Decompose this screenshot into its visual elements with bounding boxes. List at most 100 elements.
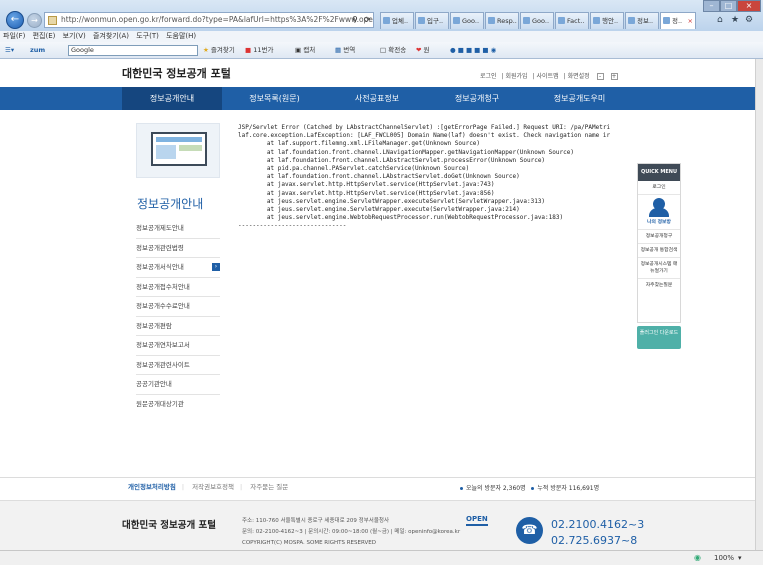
lnb-item[interactable]: 정보공개관련사이트 — [136, 356, 220, 375]
lnb-item-label: 정보공개관련법령 — [136, 243, 184, 252]
minimize-button[interactable]: – — [703, 0, 720, 12]
site-favicon-icon — [48, 16, 57, 25]
tab-active[interactable]: 정.. × — [660, 12, 696, 29]
extension-icons[interactable]: ● ■ ■ ■ ■ ◉ — [450, 42, 496, 59]
11st-button[interactable]: ■ 11번가 — [245, 42, 273, 59]
tab-close-icon[interactable]: × — [688, 13, 693, 29]
tab[interactable]: Resp.. — [485, 12, 519, 29]
person-icon[interactable] — [638, 195, 680, 219]
tab[interactable]: Goo.. — [520, 12, 554, 29]
gear-icon[interactable]: ⚙ — [745, 15, 753, 25]
privacy-policy-link[interactable]: 개인정보처리방침 — [128, 483, 176, 491]
error-line: at laf.foundation.front.channel.LNavigat… — [238, 148, 574, 156]
tab[interactable]: 정보.. — [625, 12, 659, 29]
zum-logo[interactable]: zum — [30, 42, 45, 59]
zoom-level[interactable]: 100% — [714, 551, 734, 565]
tab[interactable]: Fact.. — [555, 12, 589, 29]
faq-link[interactable]: 자주묻는 질문 — [250, 483, 288, 491]
sitemap-link[interactable]: 사이트맵 — [537, 73, 559, 80]
quick-manual[interactable]: 정보공개시스템 매뉴얼가기 — [638, 258, 680, 279]
lnb-item-label: 정보공개제도안내 — [136, 224, 184, 232]
lnb-item[interactable]: 정보공개접수처안내 — [136, 278, 220, 297]
zoom-icon[interactable]: ◉ — [694, 551, 701, 565]
lnb-item[interactable]: 정보공개서식안내 › — [136, 258, 220, 278]
gnb-info-helper[interactable]: 정보공개도우미 — [527, 87, 632, 110]
quick-faq[interactable]: 자주찾는질문 — [638, 279, 680, 292]
tab[interactable]: 업체.. — [380, 12, 414, 29]
send-icon: □ — [380, 46, 387, 54]
signup-link[interactable]: 회원가입 — [506, 73, 528, 80]
vertical-scrollbar[interactable] — [755, 59, 763, 550]
quick-login[interactable]: 로그인 — [638, 181, 680, 195]
lnb-title: 정보공개안내 — [137, 197, 204, 211]
tab[interactable]: 입구.. — [415, 12, 449, 29]
google-search-input[interactable]: Google — [68, 45, 198, 56]
lnb-item[interactable]: 정보공개편람 — [136, 317, 220, 336]
quick-info-request[interactable]: 정보공개청구 — [638, 230, 680, 244]
error-line: JSP/Servlet Error (Catched by LAbstractC… — [238, 124, 611, 131]
menu-bar: 파일(F) 편집(E) 보기(V) 즐겨찾기(A) 도구(T) 도움말(H) — [0, 31, 763, 42]
lnb-item[interactable]: 정보공개수수료안내 — [136, 297, 220, 317]
one-button[interactable]: ❤ 원 — [416, 42, 430, 59]
zoom-in-icon[interactable]: + — [610, 73, 618, 80]
footer-links: 개인정보처리방침 | 저작권보호정책 | 자주묻는 질문 — [128, 483, 289, 491]
lnb-item[interactable]: 정보공개관련법령 — [136, 239, 220, 258]
forward-button[interactable]: → — [27, 13, 42, 28]
close-window-button[interactable]: × — [737, 0, 761, 12]
gnb-info-request[interactable]: 정보공개청구 — [427, 87, 527, 110]
tab-label: Resp.. — [497, 17, 517, 25]
gnb-prior-disclosure[interactable]: 사전공표정보 — [327, 87, 427, 110]
menu-file[interactable]: 파일(F) — [3, 32, 25, 40]
menu-favorites[interactable]: 즐겨찾기(A) — [93, 32, 129, 40]
capture-button[interactable]: ▣ 캡처 — [295, 42, 315, 59]
screen-setting-link[interactable]: 화면설정 — [568, 73, 590, 80]
zoom-out-icon[interactable]: - — [596, 73, 604, 80]
copyright-policy-link[interactable]: 저작권보호정책 — [192, 483, 234, 491]
error-line: at jeus.servlet.engine.ServletWrapper.ex… — [238, 197, 546, 205]
translate-button[interactable]: ▦ 번역 — [335, 42, 355, 59]
gnb-info-list[interactable]: 정보목록(원문) — [222, 87, 327, 110]
browser-toolbar: ☰▾ zum Google ★ 즐겨찾기 ■ 11번가 ▣ 캡처 ▦ 번역 □ … — [0, 42, 763, 59]
toolbar-menu-icon[interactable]: ☰▾ — [5, 42, 14, 59]
tab[interactable]: 행안.. — [590, 12, 624, 29]
lnb-item[interactable]: 원문공개대상기관 — [136, 395, 220, 415]
plugin-download-button[interactable]: 플러그인 다운로드 — [637, 326, 681, 349]
chevron-right-icon: › — [212, 263, 220, 271]
address-url: http://wonmun.open.go.kr/forward.do?type… — [61, 15, 373, 24]
favorites-star-icon[interactable]: ★ — [731, 15, 739, 25]
error-line: at laf.support.filemng.xml.LFileManager.… — [238, 140, 481, 148]
menu-edit[interactable]: 편집(E) — [33, 32, 56, 40]
quick-menu: QUICK MENU 로그인 나의 정보방 정보공개청구 정보공개 통합검색 정… — [637, 163, 681, 323]
menu-help[interactable]: 도움말(H) — [166, 32, 196, 40]
address-bar[interactable]: http://wonmun.open.go.kr/forward.do?type… — [44, 12, 374, 28]
home-icon[interactable]: ⌂ — [717, 15, 723, 25]
quick-unified-search[interactable]: 정보공개 통합검색 — [638, 244, 680, 258]
search-icon[interactable]: ⚲ — [352, 15, 358, 24]
zoom-send-button[interactable]: □ 확전송 — [380, 42, 406, 59]
today-visitors: 오늘의 방문자 2,360명 — [466, 485, 526, 492]
lnb-item-label: 정보공개편람 — [136, 321, 172, 330]
lnb-item-label: 원문공개대상기관 — [136, 399, 184, 408]
menu-tools[interactable]: 도구(T) — [136, 32, 159, 40]
favorites-button[interactable]: ★ 즐겨찾기 — [203, 42, 235, 59]
browser-titlebar: ← → http://wonmun.open.go.kr/forward.do?… — [0, 0, 763, 31]
menu-view[interactable]: 보기(V) — [63, 32, 86, 40]
capture-label: 캡처 — [303, 46, 316, 54]
lnb-item[interactable]: 공공기관안내 — [136, 375, 220, 395]
tab-label: 입구.. — [427, 17, 444, 25]
maximize-button[interactable]: □ — [720, 0, 737, 12]
chevron-down-icon[interactable]: ▾ — [738, 551, 742, 565]
login-link[interactable]: 로그인 — [480, 73, 497, 80]
lnb-item[interactable]: 정보공개제도안내 — [136, 219, 220, 239]
refresh-icon[interactable]: ⟳ — [364, 15, 371, 24]
gnb-info-guide[interactable]: 정보공개안내 — [122, 87, 222, 110]
tab-favicon-icon — [593, 17, 600, 24]
error-line: at jeus.servlet.engine.ServletWrapper.ex… — [238, 206, 520, 214]
site-logo[interactable]: 대한민국 정보공개 포털 — [122, 65, 231, 81]
tab[interactable]: Goo.. — [450, 12, 484, 29]
quick-my-info[interactable]: 나의 정보방 — [638, 219, 680, 230]
error-line: laf.core.exception.LafException: [LAF_FW… — [238, 132, 611, 140]
lnb-item[interactable]: 정보공개연차보고서 — [136, 336, 220, 356]
back-button[interactable]: ← — [6, 11, 24, 29]
phone-numbers: 02.2100.4162~3 02.725.6937~8 — [551, 517, 644, 549]
